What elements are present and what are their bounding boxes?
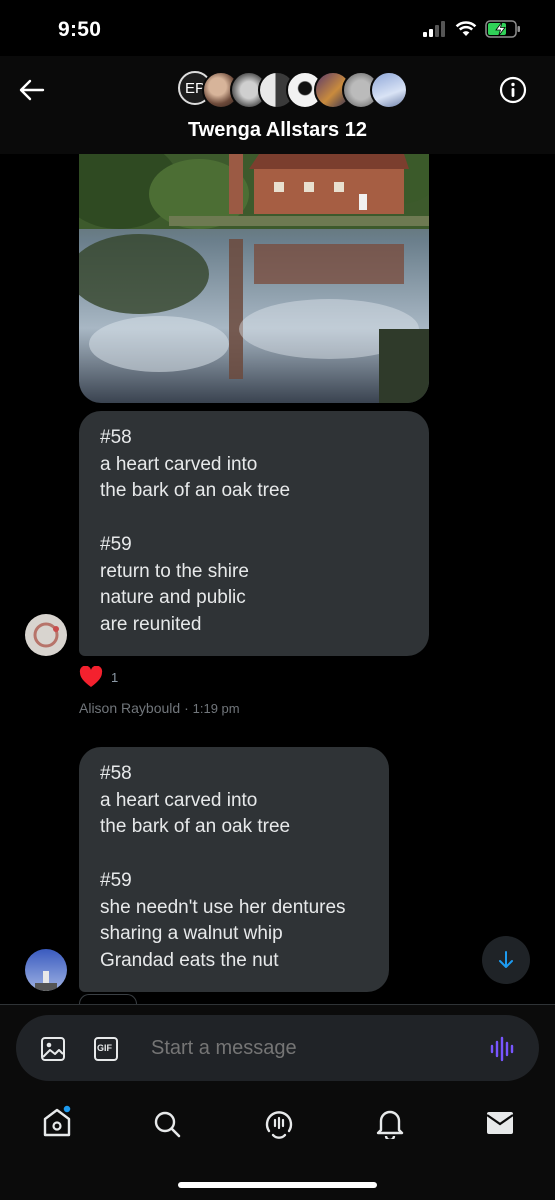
arrow-down-icon <box>499 951 513 968</box>
message-photo[interactable] <box>79 154 429 403</box>
tab-notifications[interactable] <box>374 1106 406 1140</box>
meta-separator: · <box>184 700 193 716</box>
sender-avatar[interactable] <box>25 614 67 656</box>
photo-image <box>79 154 429 403</box>
image-icon <box>41 1037 65 1061</box>
status-icons <box>423 20 521 38</box>
message-text: #58 a heart carved into the bark of an o… <box>100 427 291 635</box>
info-icon <box>499 76 527 104</box>
spaces-icon <box>265 1111 293 1139</box>
message-meta: Alison Raybould · 1:19 pm <box>79 700 240 716</box>
heart-icon <box>79 666 103 687</box>
avatar <box>370 71 408 109</box>
message-text: #58 a heart carved into the bark of an o… <box>100 763 346 971</box>
status-time: 9:50 <box>58 18 102 41</box>
message-time: 1:19 pm <box>192 701 240 716</box>
wifi-icon <box>455 21 477 36</box>
signal-icon <box>423 21 445 37</box>
home-icon <box>43 1105 72 1137</box>
reaction-count: 1 <box>111 669 119 685</box>
home-indicator <box>178 1182 377 1188</box>
info-button[interactable] <box>497 74 529 106</box>
bell-icon <box>376 1110 404 1139</box>
voice-message-button[interactable] <box>488 1034 518 1064</box>
sender-name: Alison Raybould <box>79 700 181 716</box>
search-icon <box>154 1111 181 1138</box>
battery-charging-icon <box>485 20 520 38</box>
message-bubble[interactable]: #58 a heart carved into the bark of an o… <box>79 411 429 656</box>
back-arrow-icon <box>19 79 45 101</box>
group-avatars[interactable]: EP <box>178 71 408 109</box>
tab-messages[interactable] <box>484 1108 516 1138</box>
image-button[interactable] <box>38 1034 68 1064</box>
tab-home[interactable] <box>40 1104 74 1140</box>
tab-search[interactable] <box>151 1108 183 1140</box>
gif-label: GIF <box>97 1043 112 1053</box>
group-title[interactable]: Twenga Allstars 12 <box>0 119 555 142</box>
message-bubble[interactable]: #58 a heart carved into the bark of an o… <box>79 747 389 992</box>
voice-icon <box>490 1036 514 1062</box>
message-input[interactable] <box>149 1036 453 1061</box>
sender-avatar[interactable] <box>25 949 67 991</box>
tab-spaces[interactable] <box>262 1106 296 1140</box>
message-reaction[interactable]: 1 <box>79 666 118 688</box>
mail-icon <box>486 1112 514 1134</box>
back-button[interactable] <box>16 74 48 106</box>
scroll-to-bottom-button[interactable] <box>482 936 530 984</box>
gif-button[interactable]: GIF <box>92 1035 120 1063</box>
